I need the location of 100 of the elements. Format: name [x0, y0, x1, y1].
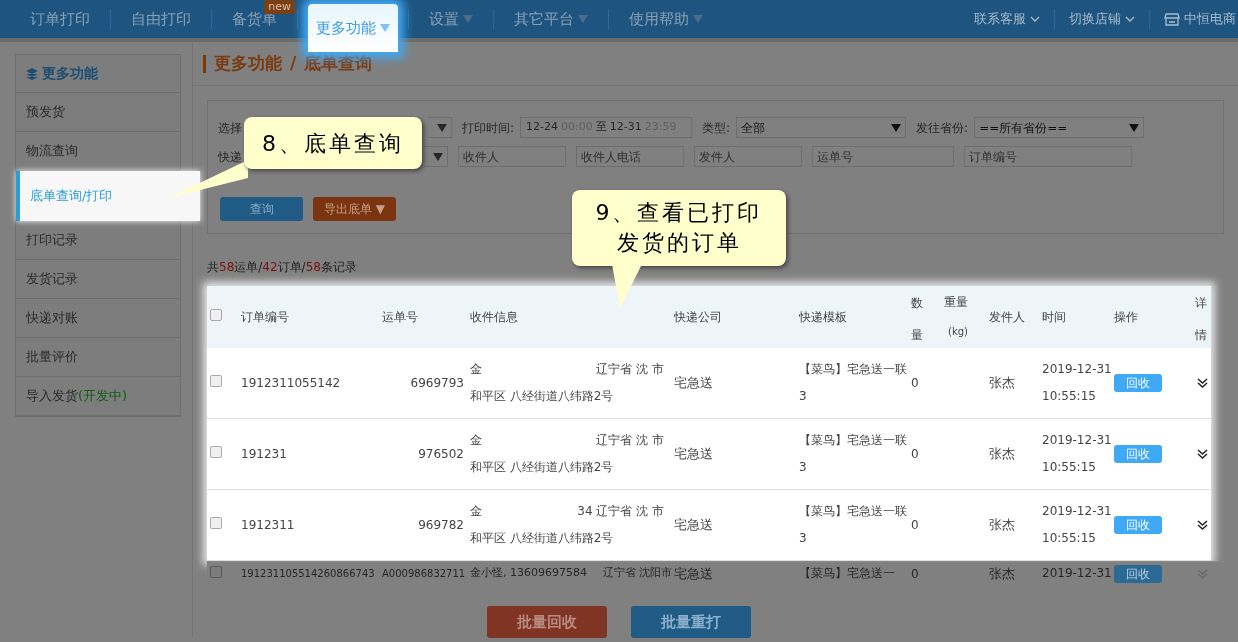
recipient-name: 金: [470, 432, 482, 449]
recipient-name: 金: [470, 361, 482, 378]
table-cell-text: 【菜鸟】宅急送一联3: [799, 503, 908, 547]
caret-icon: [1129, 123, 1140, 132]
recipient-address: 和平区 八经街道八纬路2号: [470, 531, 614, 545]
batch-button[interactable]: 批量重打: [631, 606, 751, 638]
status-tag: (开发中): [78, 386, 128, 406]
shop-link[interactable]: 中恒电商: [1150, 0, 1238, 38]
field-label: 快递: [218, 148, 242, 166]
record-summary: 共58运单/42订单/58条记录: [207, 259, 358, 276]
breadcrumb-text: 底单查询: [304, 51, 373, 75]
date-text: 2019-12-31: [1042, 432, 1113, 449]
column-header: 收件信息: [470, 309, 519, 326]
text-field[interactable]: 运单号: [812, 146, 954, 167]
express-select[interactable]: [424, 146, 448, 167]
table-cell-text: 0: [911, 446, 920, 463]
table-cell-text: 张杰: [989, 516, 1016, 535]
recipient-area: 辽宁省 沈 市: [596, 356, 664, 383]
sidebar-item[interactable]: 发货记录: [16, 260, 180, 299]
chevron-icon: [1125, 16, 1135, 22]
recycle-button[interactable]: 回收: [1114, 445, 1162, 463]
column-header: 数量: [911, 295, 924, 344]
store-icon: [1164, 11, 1180, 27]
table-cell-text: 976502: [417, 446, 465, 463]
range-separator: 至: [595, 119, 607, 136]
column-header: 快递模板: [799, 309, 848, 326]
checkbox[interactable]: [210, 565, 222, 578]
table-cell-text: 0: [911, 517, 920, 534]
query-button[interactable]: 查询: [220, 197, 303, 221]
recipient-address: 和平区 八经街道八纬路2号: [470, 460, 614, 474]
table-cell-text: 宅急送: [674, 516, 714, 535]
expand-icon[interactable]: [1197, 519, 1208, 531]
date-text: 2019-12-31: [1042, 503, 1113, 520]
text-field[interactable]: 发件人: [694, 146, 802, 167]
caret-icon: [891, 123, 902, 132]
checkbox[interactable]: [210, 517, 222, 529]
expand-icon[interactable]: [1197, 377, 1208, 389]
table-cell-text: 宅急送: [674, 445, 714, 464]
column-header: 运单号: [382, 309, 419, 326]
nav-tab[interactable]: 订单打印: [10, 0, 110, 38]
caret-icon: [693, 15, 703, 23]
sidebar-item[interactable]: 导入发货(开发中): [16, 377, 180, 416]
table-cell-text: 张杰: [989, 564, 1016, 583]
chevron-icon: [1030, 16, 1040, 22]
column-header: (kg): [947, 325, 969, 339]
province-select[interactable]: ==所有省份==: [974, 117, 1145, 138]
sidebar-title: 更多功能: [42, 64, 98, 83]
field-label: 打印时间:: [462, 119, 515, 137]
batch-button[interactable]: 批量回收: [487, 606, 607, 638]
time-text: 10:55:15: [1042, 530, 1097, 547]
sidebar-item[interactable]: 预发货: [16, 93, 180, 132]
nav-tab[interactable]: 更多功能: [308, 4, 398, 52]
column-header: 时间: [1042, 309, 1067, 326]
table-cell-text: 宅急送: [674, 564, 714, 583]
recycle-button[interactable]: 回收: [1114, 374, 1162, 392]
sidebar-item[interactable]: 批量评价: [16, 338, 180, 377]
recipient-name: 金小怪, 13609697584: [470, 565, 587, 582]
export-button[interactable]: 导出底单 ▼: [313, 197, 396, 221]
time-text: 10:55:15: [1042, 459, 1097, 476]
recycle-button[interactable]: 回收: [1114, 564, 1162, 583]
nav-dropdown-link[interactable]: 切换店铺: [1055, 9, 1149, 29]
nav-tab[interactable]: 使用帮助: [609, 0, 723, 38]
nav-tab[interactable]: 设置: [409, 0, 493, 38]
column-header: 操作: [1114, 309, 1139, 326]
expand-icon[interactable]: [1197, 448, 1208, 460]
callout: 8、底单查询: [244, 117, 422, 169]
sidebar-item[interactable]: 快递对账: [16, 299, 180, 338]
table-cell-text: 张杰: [989, 374, 1016, 393]
caret-icon: [433, 152, 443, 161]
table-cell-text: 1912311055142: [241, 375, 342, 392]
text-field[interactable]: 收件人: [458, 146, 566, 167]
recycle-button[interactable]: 回收: [1114, 516, 1162, 534]
date-text: 2019-12-31: [1042, 361, 1113, 378]
nav-tab[interactable]: 其它平台: [494, 0, 608, 38]
table-cell-text: 191231: [241, 446, 288, 463]
recipient-name: 金: [470, 503, 482, 520]
field-label: 发往省份:: [916, 119, 969, 137]
table-cell-text: 宅急送: [674, 374, 714, 393]
checkbox[interactable]: [210, 446, 222, 458]
item-label: 导入发货: [26, 387, 78, 406]
sidebar-item[interactable]: 底单查询/打印: [16, 171, 200, 221]
date-text: 12-31: [609, 119, 642, 136]
table-cell-text: 6969793: [409, 375, 465, 392]
nav-dropdown-link[interactable]: 联系客服: [960, 9, 1054, 29]
date-text: 2019-12-31: [1042, 565, 1113, 582]
column-header: 发件人: [989, 309, 1026, 326]
text-field[interactable]: 收件人电话: [576, 146, 684, 167]
recipient-area: 34 辽宁省 沈 市: [577, 498, 664, 525]
caret-icon: [578, 15, 588, 23]
recipient-area: 辽宁省 沈阳市: [602, 565, 672, 582]
checkbox[interactable]: [210, 309, 222, 321]
type-select[interactable]: 全部: [736, 117, 907, 138]
sidebar-item[interactable]: 打印记录: [16, 221, 180, 260]
checkbox[interactable]: [210, 375, 222, 387]
column-header: 重量: [944, 294, 969, 311]
field-label: 类型:: [702, 119, 731, 137]
shop-select[interactable]: [428, 117, 452, 138]
caret-icon: [380, 24, 390, 32]
text-field[interactable]: 订单编号: [964, 146, 1132, 167]
nav-tab[interactable]: 自由打印: [111, 0, 211, 38]
